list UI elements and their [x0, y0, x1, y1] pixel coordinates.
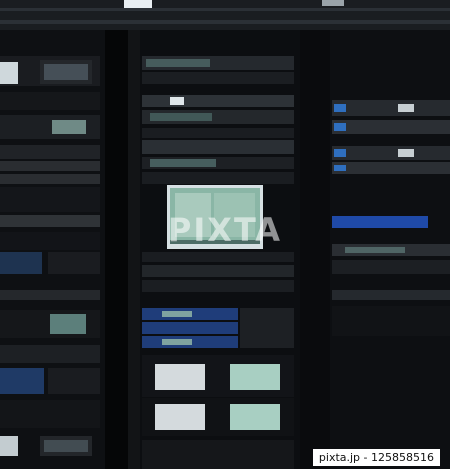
rack-screen: [155, 364, 205, 390]
left-rack: [0, 30, 105, 469]
ceiling-beam: [0, 20, 450, 24]
rack-screen: [230, 364, 280, 390]
server-room-photo: [0, 0, 450, 469]
ceiling: [0, 0, 450, 30]
rack-screen: [230, 404, 280, 430]
center-rack: [140, 30, 300, 469]
ceiling-beam: [0, 8, 450, 11]
right-rack: [330, 30, 450, 469]
ceiling-light: [322, 0, 344, 6]
rack-frame: [300, 30, 330, 469]
rack-screen: [155, 404, 205, 430]
rack-frame: [128, 30, 140, 469]
